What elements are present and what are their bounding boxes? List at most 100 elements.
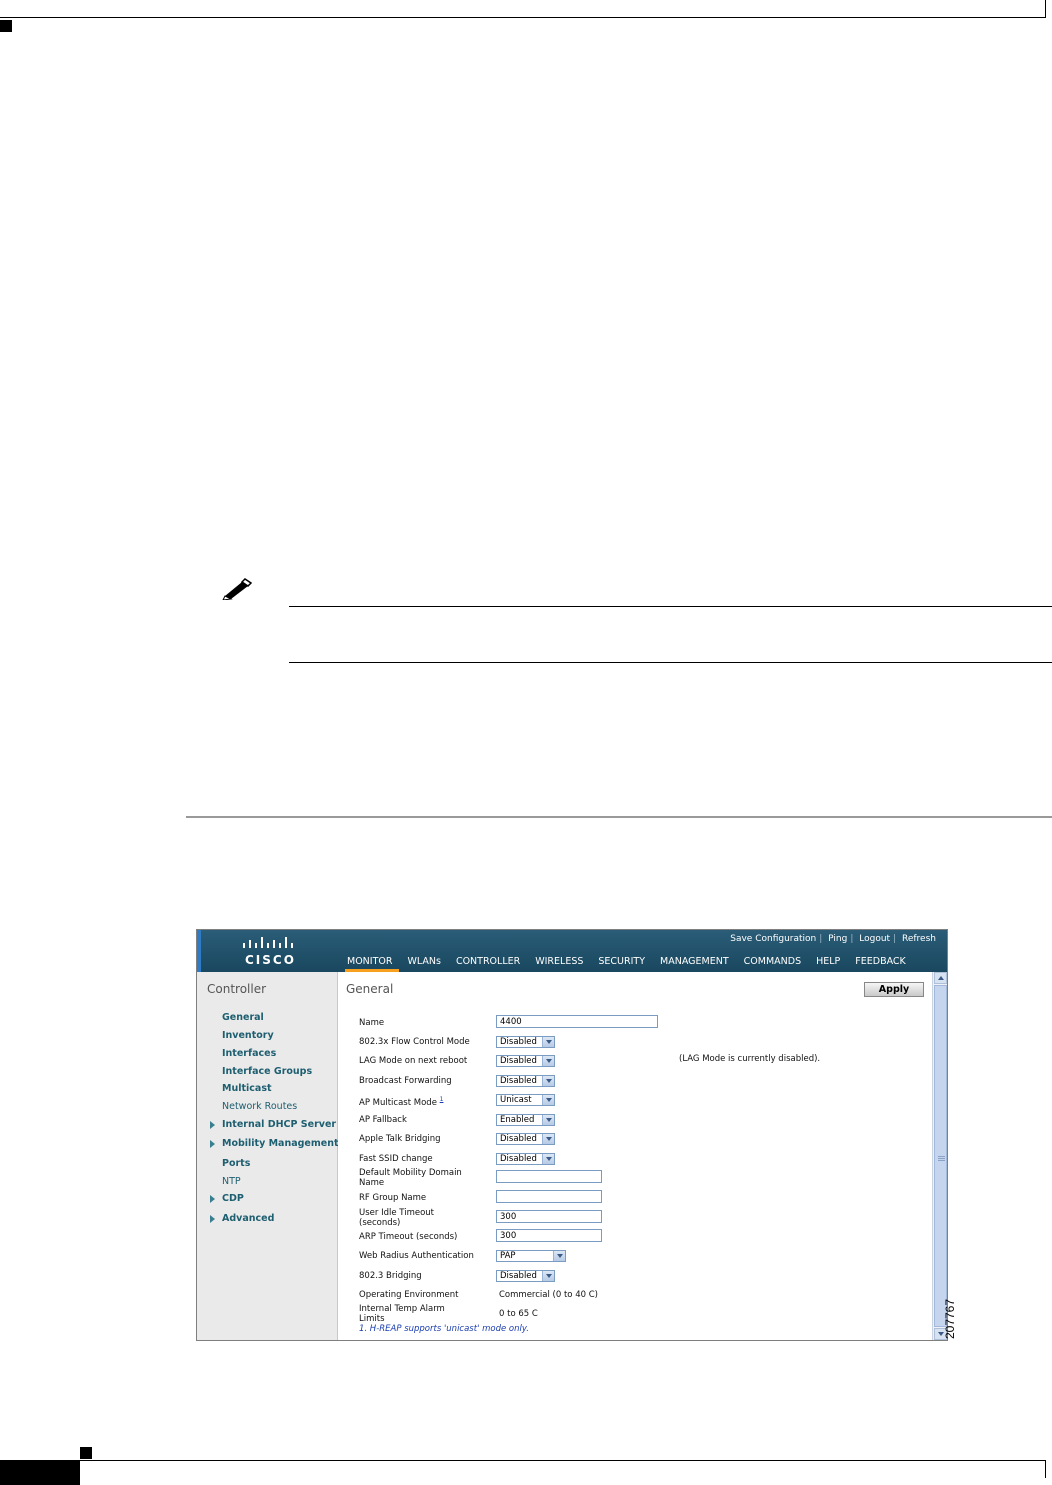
chevron-down-icon	[553, 1251, 565, 1261]
note-pencil-icon	[222, 578, 256, 604]
lag-mode-label: LAG Mode on next reboot	[359, 1056, 468, 1066]
section-divider	[186, 816, 1052, 818]
sidebar-item-advanced[interactable]: Advanced	[222, 1213, 274, 1224]
save-configuration-link[interactable]: Save Configuration	[727, 934, 819, 944]
lag-mode-select[interactable]: Disabled	[496, 1055, 555, 1067]
chevron-down-icon	[542, 1271, 554, 1281]
expand-arrow-icon[interactable]	[210, 1121, 215, 1129]
user-idle-timeout-label: User Idle Timeout (seconds)	[359, 1208, 434, 1228]
note-bottom-rule	[289, 662, 1052, 663]
user-idle-timeout-field[interactable]: 300	[496, 1210, 602, 1223]
sidebar-item-cdp[interactable]: CDP	[222, 1193, 244, 1204]
vertical-scrollbar[interactable]	[932, 972, 947, 1340]
chevron-down-icon	[542, 1037, 554, 1047]
footer-marker	[80, 1447, 92, 1459]
chevron-down-icon	[542, 1056, 554, 1066]
lag-mode-note: (LAG Mode is currently disabled).	[679, 1054, 821, 1064]
controller-general-screenshot: CISCO Save Configuration | Ping | Logout | …	[196, 929, 948, 1341]
sidebar-item-general[interactable]: General	[222, 1012, 264, 1023]
sidebar-item-ntp[interactable]: NTP	[222, 1176, 241, 1187]
sidebar-item-mobility-management[interactable]: Mobility Management	[222, 1138, 339, 1149]
rf-group-field[interactable]	[496, 1190, 602, 1203]
broadcast-forwarding-select[interactable]: Disabled	[496, 1075, 555, 1087]
scroll-thumb[interactable]	[934, 985, 947, 1327]
temp-alarm-value: 0 to 65 C	[499, 1309, 538, 1319]
header-rule	[0, 17, 1046, 18]
mobility-domain-label: Default Mobility Domain Name	[359, 1168, 462, 1188]
ping-link[interactable]: Ping	[825, 934, 850, 944]
arp-timeout-field[interactable]: 300	[496, 1229, 602, 1242]
operating-environment-label: Operating Environment	[359, 1290, 459, 1300]
ap-fallback-label: AP Fallback	[359, 1115, 407, 1125]
ap-multicast-select[interactable]: Unicast	[496, 1094, 555, 1106]
figure-id-container: 207767	[943, 1298, 974, 1340]
operating-environment-value: Commercial (0 to 40 C)	[499, 1290, 598, 1300]
ap-fallback-select[interactable]: Enabled	[496, 1114, 555, 1126]
page-title: General	[346, 982, 394, 996]
note-top-rule	[289, 606, 1052, 607]
cisco-wordmark: CISCO	[245, 953, 296, 967]
chevron-down-icon	[542, 1154, 554, 1164]
footnote: 1. H-REAP supports 'unicast' mode only.	[359, 1324, 529, 1334]
grip-icon	[938, 1156, 945, 1157]
refresh-link[interactable]: Refresh	[899, 934, 939, 944]
figure-id: 207767	[943, 1298, 958, 1340]
sidebar-item-multicast[interactable]: Multicast	[222, 1083, 272, 1094]
menu-help[interactable]: HELP	[814, 955, 847, 972]
name-label: Name	[359, 1018, 385, 1028]
top-links: Save Configuration | Ping | Logout | Refres…	[727, 934, 939, 944]
sidebar-item-ports[interactable]: Ports	[222, 1158, 250, 1169]
main-menu: MONITOR WLANs CONTROLLER WIRELESS SECURI…	[345, 955, 919, 972]
chevron-down-icon	[542, 1115, 554, 1125]
ap-multicast-label: AP Multicast Mode 1	[359, 1096, 444, 1108]
footer-rule	[80, 1460, 1046, 1461]
menu-security[interactable]: SECURITY	[596, 955, 652, 972]
sidebar-item-interfaces[interactable]: Interfaces	[222, 1048, 276, 1059]
menu-management[interactable]: MANAGEMENT	[658, 955, 736, 972]
cisco-logo: CISCO	[239, 936, 301, 968]
scroll-up-icon[interactable]	[934, 972, 947, 984]
web-radius-auth-label: Web Radius Authentication	[359, 1251, 474, 1261]
fast-ssid-label: Fast SSID change	[359, 1154, 433, 1164]
menu-wireless[interactable]: WIRELESS	[533, 955, 590, 972]
menu-controller[interactable]: CONTROLLER	[454, 955, 527, 972]
temp-alarm-label: Internal Temp Alarm Limits	[359, 1304, 445, 1324]
expand-arrow-icon[interactable]	[210, 1140, 215, 1148]
footnote-ref-link[interactable]: 1	[440, 1096, 444, 1103]
sidebar-item-network-routes[interactable]: Network Routes	[222, 1101, 297, 1112]
sidebar-item-internal-dhcp-server[interactable]: Internal DHCP Server	[222, 1119, 336, 1130]
expand-arrow-icon[interactable]	[210, 1195, 215, 1203]
bridging-select[interactable]: Disabled	[496, 1270, 555, 1282]
name-field[interactable]: 4400	[496, 1015, 658, 1028]
apply-button[interactable]: Apply	[864, 982, 924, 997]
cisco-bridge-icon	[243, 937, 293, 948]
menu-wlans[interactable]: WLANs	[405, 955, 447, 972]
apple-talk-bridging-label: Apple Talk Bridging	[359, 1134, 441, 1144]
menu-monitor[interactable]: MONITOR	[345, 955, 400, 972]
menu-commands[interactable]: COMMANDS	[742, 955, 808, 972]
sidebar: Controller General Inventory Interfaces …	[197, 972, 339, 1340]
flow-control-select[interactable]: Disabled	[496, 1036, 555, 1048]
bridging-label: 802.3 Bridging	[359, 1271, 422, 1281]
fast-ssid-select[interactable]: Disabled	[496, 1153, 555, 1165]
sidebar-item-interface-groups[interactable]: Interface Groups	[222, 1066, 312, 1077]
logout-link[interactable]: Logout	[856, 934, 893, 944]
sidebar-title: Controller	[207, 982, 267, 996]
menu-feedback[interactable]: FEEDBACK	[853, 955, 913, 972]
footer-rule-tick	[1045, 1460, 1046, 1478]
header-rule-tick	[1045, 0, 1046, 18]
expand-arrow-icon[interactable]	[210, 1215, 215, 1223]
mobility-domain-field[interactable]	[496, 1170, 602, 1183]
topbar-accent	[197, 930, 201, 972]
chevron-down-icon	[542, 1134, 554, 1144]
apple-talk-bridging-select[interactable]: Disabled	[496, 1133, 555, 1145]
web-radius-auth-select[interactable]: PAP	[496, 1250, 566, 1262]
broadcast-forwarding-label: Broadcast Forwarding	[359, 1076, 452, 1086]
chevron-down-icon	[542, 1095, 554, 1105]
main-panel: General Apply Name 4400 802.3x Flow Cont…	[338, 972, 932, 1340]
flow-control-label: 802.3x Flow Control Mode	[359, 1037, 470, 1047]
footer-tab	[0, 1460, 80, 1485]
top-navigation-bar: CISCO Save Configuration | Ping | Logout | …	[197, 930, 947, 972]
page-corner-marker	[0, 20, 12, 32]
sidebar-item-inventory[interactable]: Inventory	[222, 1030, 274, 1041]
